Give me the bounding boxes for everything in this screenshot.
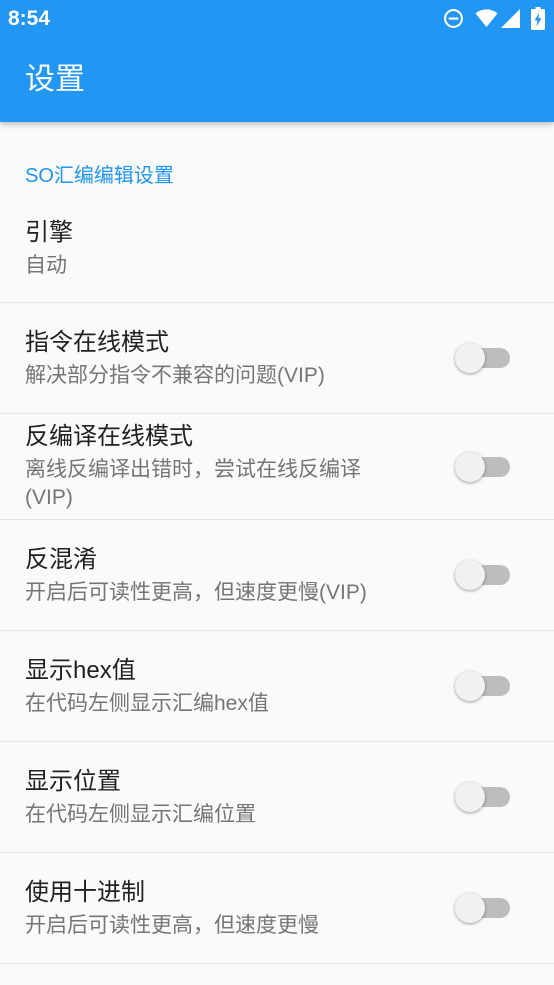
pref-title: 显示位置 [25, 767, 121, 795]
switch-instruction-online-mode[interactable] [455, 342, 511, 374]
pref-summary: 在代码左侧显示汇编位置 [25, 802, 256, 826]
pref-show-hex[interactable]: 显示hex值 在代码左侧显示汇编hex值 [0, 631, 554, 742]
switch-show-hex[interactable] [455, 670, 511, 702]
wifi-icon [475, 8, 498, 28]
switch-thumb[interactable] [455, 893, 485, 923]
do-not-disturb-icon [443, 8, 464, 29]
pref-use-decimal[interactable]: 使用十进制 开启后可读性更高，但速度更慢 [0, 853, 554, 964]
pref-text: 指令在线模式 解决部分指令不兼容的问题(VIP) [25, 327, 385, 390]
pref-text: 显示hex值 在代码左侧显示汇编hex值 [25, 655, 385, 718]
pref-instruction-online-mode[interactable]: 指令在线模式 解决部分指令不兼容的问题(VIP) [0, 303, 554, 414]
pref-title: 引擎 [25, 218, 73, 246]
status-time: 8:54 [8, 7, 51, 30]
pref-summary: 开启后可读性更高，但速度更慢(VIP) [25, 580, 367, 604]
pref-text: 显示位置 在代码左侧显示汇编位置 [25, 766, 385, 829]
pref-title: 反编译在线模式 [25, 423, 193, 450]
app-bar: 设置 [0, 37, 554, 122]
switch-decompile-online-mode[interactable] [455, 451, 511, 483]
category-header: SO汇编编辑设置 [25, 165, 174, 187]
pref-decompile-online-mode[interactable]: 反编译在线模式 离线反编译出错时，尝试在线反编译(VIP) [0, 414, 554, 520]
switch-deobfuscate[interactable] [455, 559, 511, 591]
page-title: 设置 [25, 63, 85, 96]
pref-summary: 开启后可读性更高，但速度更慢 [25, 913, 319, 937]
pref-text: 反混淆 开启后可读性更高，但速度更慢(VIP) [25, 544, 385, 607]
pref-text: 反编译在线模式 离线反编译出错时，尝试在线反编译(VIP) [25, 421, 385, 512]
settings-list[interactable]: SO汇编编辑设置 引擎 自动 指令在线模式 解决部分指令不兼容的问题(VIP) … [0, 122, 554, 964]
pref-summary: 解决部分指令不兼容的问题(VIP) [25, 363, 325, 387]
pref-text: 引擎 自动 [25, 217, 385, 280]
pref-title: 显示hex值 [25, 656, 136, 684]
switch-thumb[interactable] [455, 343, 485, 373]
pref-summary: 在代码左侧显示汇编hex值 [25, 691, 269, 715]
pref-summary: 离线反编译出错时，尝试在线反编译(VIP) [25, 458, 361, 509]
pref-text: 使用十进制 开启后可读性更高，但速度更慢 [25, 877, 385, 940]
status-bar: 8:54 [0, 0, 554, 37]
pref-show-position[interactable]: 显示位置 在代码左侧显示汇编位置 [0, 742, 554, 853]
pref-title: 使用十进制 [25, 878, 145, 906]
pref-deobfuscate[interactable]: 反混淆 开启后可读性更高，但速度更慢(VIP) [0, 520, 554, 631]
pref-title: 指令在线模式 [25, 328, 169, 356]
switch-thumb[interactable] [455, 671, 485, 701]
switch-use-decimal[interactable] [455, 892, 511, 924]
switch-thumb[interactable] [455, 782, 485, 812]
switch-show-position[interactable] [455, 781, 511, 813]
switch-thumb[interactable] [455, 560, 485, 590]
pref-engine[interactable]: 引擎 自动 [0, 200, 554, 303]
pref-summary: 自动 [25, 253, 67, 277]
cell-signal-icon [500, 8, 521, 29]
switch-thumb[interactable] [455, 451, 485, 482]
battery-charging-icon [531, 7, 545, 30]
pref-title: 反混淆 [25, 545, 97, 573]
